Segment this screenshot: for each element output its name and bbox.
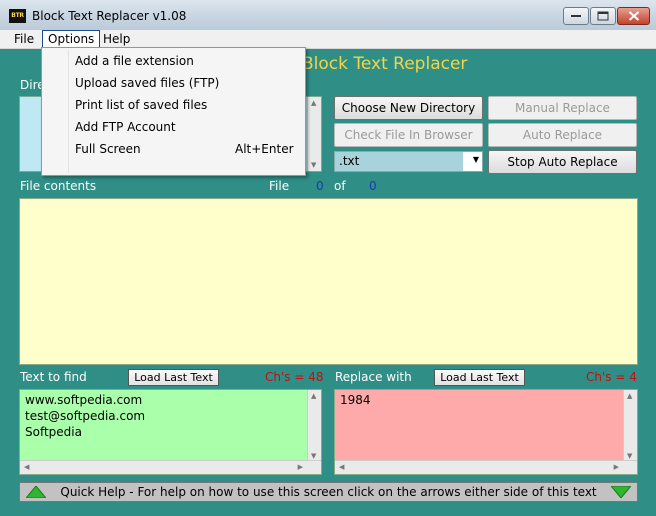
directory-list-scrollbar[interactable]: ▲ ▼ [307, 97, 321, 171]
minimize-button[interactable] [563, 7, 589, 25]
title-bar[interactable]: BTR Block Text Replacer v1.08 [0, 0, 656, 31]
check-file-button[interactable]: Check File In Browser [334, 123, 483, 147]
menu-item-add-file-extension[interactable]: Add a file extension [75, 54, 194, 68]
arrow-down-icon[interactable] [611, 486, 631, 498]
quick-help-bar: Quick Help - For help on how to use this… [19, 482, 638, 502]
file-contents-textarea[interactable] [19, 198, 638, 365]
scroll-left-icon[interactable]: ◀ [24, 463, 29, 471]
app-heading: Block Text Replacer [302, 54, 468, 74]
replace-load-last-text-button[interactable]: Load Last Text [434, 369, 525, 386]
quick-help-text: Quick Help - For help on how to use this… [60, 485, 597, 499]
replace-hscrollbar[interactable]: ◀ ▶ [335, 460, 637, 474]
extension-select[interactable]: .txt ▼ [334, 151, 483, 172]
menu-icon-column-separator [68, 50, 69, 173]
full-screen-shortcut: Alt+Enter [235, 142, 294, 156]
file-counter-current: 0 [316, 179, 324, 193]
window-title: Block Text Replacer v1.08 [32, 9, 187, 23]
scroll-right-icon[interactable]: ▶ [298, 463, 303, 471]
replace-with-textarea[interactable]: 1984 ▲ ▼ ◀ ▶ [334, 389, 638, 475]
scroll-down-icon[interactable]: ▼ [311, 161, 316, 169]
replace-char-count: Ch's = 4 [586, 370, 637, 384]
scroll-up-icon[interactable]: ▲ [311, 392, 316, 400]
menu-help[interactable]: Help [103, 30, 130, 48]
file-counter-label: File [269, 179, 290, 193]
text-to-find-content: www.softpedia.com test@softpedia.com Sof… [25, 393, 146, 439]
close-button[interactable] [617, 7, 650, 25]
manual-replace-button[interactable]: Manual Replace [488, 96, 637, 120]
find-hscrollbar[interactable]: ◀ ▶ [20, 460, 321, 474]
options-dropdown-menu: Add a file extension Upload saved files … [41, 47, 306, 176]
app-icon: BTR [9, 9, 26, 23]
replace-vscrollbar[interactable]: ▲ ▼ [623, 390, 637, 462]
scroll-up-icon[interactable]: ▲ [311, 99, 316, 107]
menu-item-add-ftp-account[interactable]: Add FTP Account [75, 120, 176, 134]
find-vscrollbar[interactable]: ▲ ▼ [307, 390, 321, 462]
stop-auto-replace-button[interactable]: Stop Auto Replace [488, 150, 637, 174]
auto-replace-button[interactable]: Auto Replace [488, 123, 637, 147]
menu-item-print-list[interactable]: Print list of saved files [75, 98, 207, 112]
maximize-icon [597, 11, 609, 21]
arrow-up-icon[interactable] [26, 486, 46, 498]
app-window: BTR Block Text Replacer v1.08 File Optio… [0, 0, 656, 516]
scroll-right-icon[interactable]: ▶ [614, 463, 619, 471]
menu-item-full-screen[interactable]: Full Screen [75, 142, 141, 156]
replace-with-label: Replace with [335, 370, 412, 384]
menu-options[interactable]: Options [42, 30, 101, 48]
text-to-find-label: Text to find [20, 370, 87, 384]
chevron-down-icon[interactable]: ▼ [473, 155, 479, 164]
file-counter-of: of [334, 179, 346, 193]
scroll-up-icon[interactable]: ▲ [627, 392, 632, 400]
extension-value: .txt [335, 152, 463, 171]
find-load-last-text-button[interactable]: Load Last Text [128, 369, 219, 386]
file-counter-total: 0 [369, 179, 377, 193]
scroll-down-icon[interactable]: ▼ [627, 452, 632, 460]
file-contents-label: File contents [20, 179, 97, 193]
close-icon [628, 11, 639, 21]
choose-directory-button[interactable]: Choose New Directory [334, 96, 483, 120]
menu-file[interactable]: File [14, 30, 34, 48]
text-to-find-textarea[interactable]: www.softpedia.com test@softpedia.com Sof… [19, 389, 322, 475]
maximize-button[interactable] [590, 7, 616, 25]
scroll-left-icon[interactable]: ◀ [339, 463, 344, 471]
replace-with-content: 1984 [340, 393, 371, 407]
find-char-count: Ch's = 48 [265, 370, 324, 384]
scroll-down-icon[interactable]: ▼ [311, 452, 316, 460]
menu-item-upload-saved-files[interactable]: Upload saved files (FTP) [75, 76, 219, 90]
minimize-icon [571, 15, 581, 17]
